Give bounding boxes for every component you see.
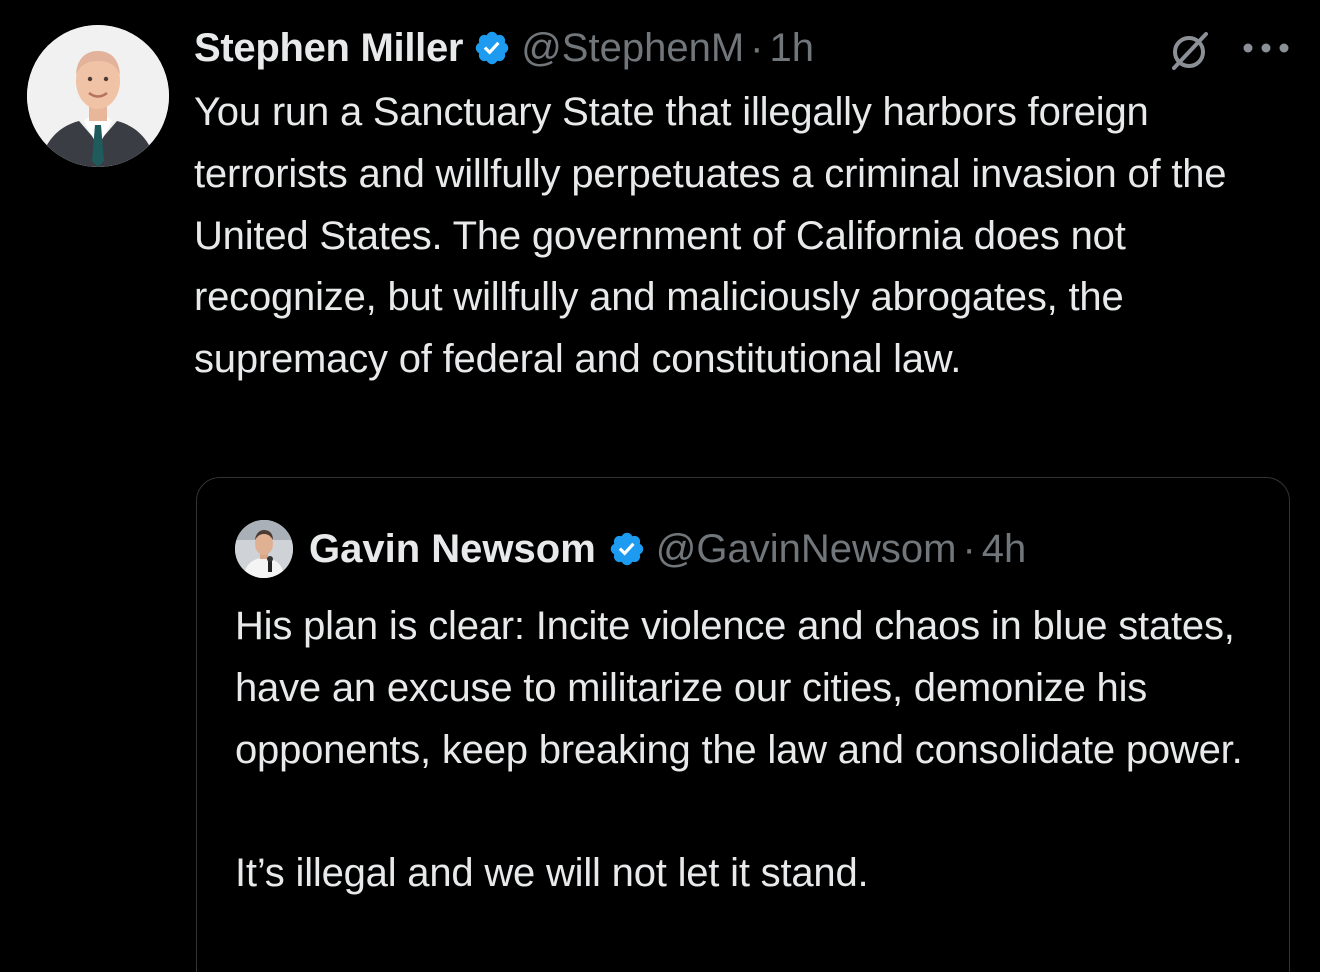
avatar-image <box>235 520 293 578</box>
separator-dot: · <box>962 526 976 571</box>
verified-badge-icon <box>475 31 509 65</box>
quoted-tweet-text: His plan is clear: Incite violence and c… <box>235 596 1275 905</box>
author-handle[interactable]: @StephenM <box>521 26 744 71</box>
author-name[interactable]: Stephen Miller <box>194 26 463 71</box>
quoted-author-avatar[interactable] <box>235 520 293 578</box>
quoted-tweet-header: Gavin Newsom @GavinNewsom · 4h <box>309 520 1026 578</box>
quoted-tweet-paragraph: It’s illegal and we will not let it stan… <box>235 851 869 896</box>
tweet-text: You run a Sanctuary State that illegally… <box>194 90 1227 382</box>
tweet-header: Stephen Miller @StephenM · 1h <box>194 20 814 76</box>
verified-badge-icon <box>610 532 643 566</box>
quoted-tweet[interactable]: Gavin Newsom @GavinNewsom · 4h His plan … <box>196 477 1290 972</box>
quoted-tweet-paragraph: His plan is clear: Incite violence and c… <box>235 604 1243 772</box>
tweet[interactable]: Stephen Miller @StephenM · 1h You run a … <box>0 0 1320 972</box>
quoted-author-handle[interactable]: @GavinNewsom <box>656 527 957 572</box>
tweet-timestamp[interactable]: 1h <box>769 26 814 71</box>
more-options-icon[interactable] <box>1240 38 1292 58</box>
author-avatar[interactable] <box>27 25 169 167</box>
avatar-image <box>27 25 169 167</box>
quoted-tweet-timestamp[interactable]: 4h <box>982 527 1027 572</box>
separator-dot: · <box>750 25 764 70</box>
quoted-author-name[interactable]: Gavin Newsom <box>309 527 596 572</box>
grok-icon[interactable] <box>1166 28 1212 74</box>
